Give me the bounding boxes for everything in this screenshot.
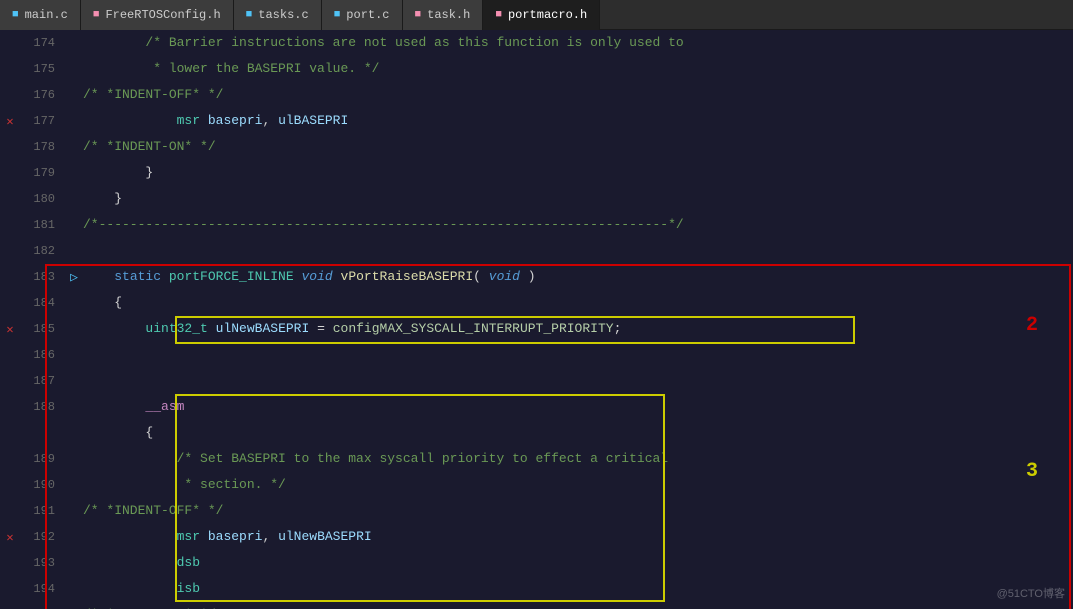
arrow-183: ▷ — [65, 270, 83, 285]
gutter-192: ✕ — [0, 530, 20, 545]
code-line-183: 183 ▷ static portFORCE_INLINE void vPort… — [0, 264, 1073, 290]
linenum-193: 193 — [20, 556, 65, 570]
tab-main-c[interactable]: ■ main.c — [0, 0, 81, 30]
tab-bar: ■ main.c ■ FreeRTOSConfig.h ■ tasks.c ■ … — [0, 0, 1073, 30]
watermark: @51CTO博客 — [997, 585, 1065, 601]
gutter-185: ✕ — [0, 322, 20, 337]
linecontent-190: * section. */ — [83, 472, 1073, 498]
linecontent-183: static portFORCE_INLINE void vPortRaiseB… — [83, 264, 1073, 290]
linenum-190: 190 — [20, 478, 65, 492]
code-line-188a: 188 __asm — [0, 394, 1073, 420]
linenum-180: 180 — [20, 192, 65, 206]
linenum-175: 175 — [20, 62, 65, 76]
linenum-179: 179 — [20, 166, 65, 180]
linenum-178: 178 — [20, 140, 65, 154]
linecontent-175: * lower the BASEPRI value. */ — [83, 56, 1073, 82]
linecontent-195: /* *INDENT-ON* */ — [83, 602, 1073, 609]
tab-task-h[interactable]: ■ task.h — [403, 0, 484, 30]
code-line-179: 179 } — [0, 160, 1073, 186]
linenum-185: 185 — [20, 322, 65, 336]
tab-icon-h2: ■ — [415, 9, 422, 21]
code-line-192: ✕ 192 msr basepri, ulNewBASEPRI — [0, 524, 1073, 550]
linenum-182: 182 — [20, 244, 65, 258]
linenum-188a: 188 — [20, 400, 65, 414]
tab-freertoconfig-h[interactable]: ■ FreeRTOSConfig.h — [81, 0, 234, 30]
tab-icon-c2: ■ — [246, 9, 253, 21]
linecontent-185: uint32_t ulNewBASEPRI = configMAX_SYSCAL… — [83, 316, 1073, 342]
code-area: 2 3 174 /* Barrier instructions are not … — [0, 30, 1073, 609]
linenum-186: 186 — [20, 348, 65, 362]
code-line-193: 193 dsb — [0, 550, 1073, 576]
linecontent-176: /* *INDENT-OFF* */ — [83, 82, 1073, 108]
linecontent-189: /* Set BASEPRI to the max syscall priori… — [83, 446, 1073, 472]
code-line-186: 186 — [0, 342, 1073, 368]
code-line-182: 182 — [0, 238, 1073, 264]
gutter-177: ✕ — [0, 114, 20, 129]
linecontent-192: msr basepri, ulNewBASEPRI — [83, 524, 1073, 550]
linecontent-193: dsb — [83, 550, 1073, 576]
linenum-184: 184 — [20, 296, 65, 310]
tab-icon-h: ■ — [93, 9, 100, 21]
linecontent-191: /* *INDENT-OFF* */ — [83, 498, 1073, 524]
linenum-176: 176 — [20, 88, 65, 102]
code-line-194: 194 isb — [0, 576, 1073, 602]
linenum-191: 191 — [20, 504, 65, 518]
code-line-178: 178 /* *INDENT-ON* */ — [0, 134, 1073, 160]
tab-portmacro-h[interactable]: ■ portmacro.h — [483, 0, 600, 30]
code-line-184: 184 { — [0, 290, 1073, 316]
tab-tasks-c[interactable]: ■ tasks.c — [234, 0, 322, 30]
code-line-174: 174 /* Barrier instructions are not used… — [0, 30, 1073, 56]
code-line-185: ✕ 185 uint32_t ulNewBASEPRI = configMAX_… — [0, 316, 1073, 342]
code-line-180: 180 } — [0, 186, 1073, 212]
code-line-176: 176 /* *INDENT-OFF* */ — [0, 82, 1073, 108]
tab-icon-c3: ■ — [334, 9, 341, 21]
linecontent-194: isb — [83, 576, 1073, 602]
code-line-181: 181 /*----------------------------------… — [0, 212, 1073, 238]
linenum-183: 183 — [20, 270, 65, 284]
linecontent-177: msr basepri, ulBASEPRI — [83, 108, 1073, 134]
linecontent-178: /* *INDENT-ON* */ — [83, 134, 1073, 160]
code-line-188b: { — [0, 420, 1073, 446]
tab-icon-c: ■ — [12, 9, 19, 21]
linecontent-179: } — [83, 160, 1073, 186]
linenum-174: 174 — [20, 36, 65, 50]
linecontent-188a: __asm — [83, 394, 1073, 420]
linenum-187: 187 — [20, 374, 65, 388]
code-line-187: 187 — [0, 368, 1073, 394]
code-line-195: 195 /* *INDENT-ON* */ — [0, 602, 1073, 609]
linenum-181: 181 — [20, 218, 65, 232]
linenum-177: 177 — [20, 114, 65, 128]
linecontent-184: { — [83, 290, 1073, 316]
linecontent-188b: { — [83, 420, 1073, 446]
code-line-191: 191 /* *INDENT-OFF* */ — [0, 498, 1073, 524]
code-line-177: ✕ 177 msr basepri, ulBASEPRI — [0, 108, 1073, 134]
tab-port-c[interactable]: ■ port.c — [322, 0, 403, 30]
linenum-192: 192 — [20, 530, 65, 544]
linecontent-180: } — [83, 186, 1073, 212]
code-line-189: 189 /* Set BASEPRI to the max syscall pr… — [0, 446, 1073, 472]
linenum-194: 194 — [20, 582, 65, 596]
linecontent-174: /* Barrier instructions are not used as … — [83, 30, 1073, 56]
linenum-189: 189 — [20, 452, 65, 466]
code-line-190: 190 * section. */ — [0, 472, 1073, 498]
linecontent-181: /*--------------------------------------… — [83, 212, 1073, 238]
tab-icon-h3: ■ — [495, 9, 502, 21]
code-line-175: 175 * lower the BASEPRI value. */ — [0, 56, 1073, 82]
